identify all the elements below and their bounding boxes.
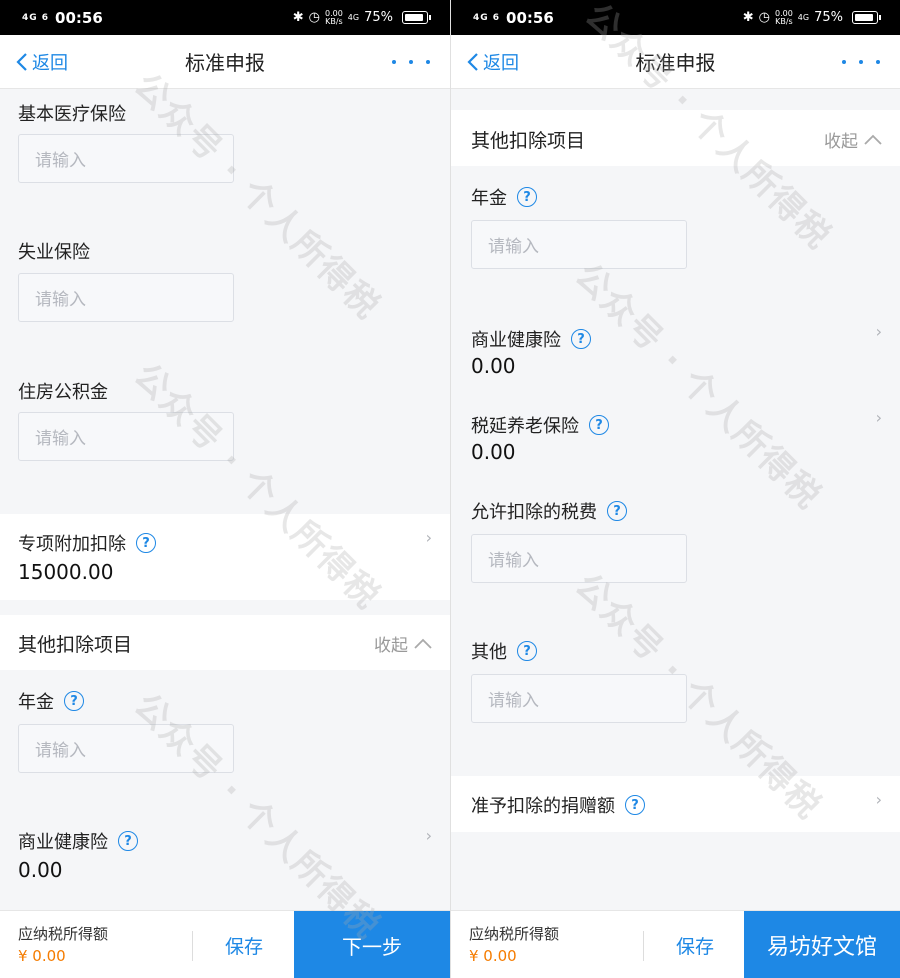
- save-button[interactable]: 保存: [645, 911, 745, 978]
- nav-bar: 返回 标准申报: [0, 35, 450, 89]
- taxable-income-label: 应纳税所得额: [469, 925, 560, 943]
- special-deduction-row[interactable]: 专项附加扣除? 15000.00 ›: [0, 514, 450, 600]
- network-speed: 0.00 KB/s: [774, 8, 793, 26]
- value-tax-deferred-pension: 0.00: [471, 440, 516, 464]
- chevron-right-icon[interactable]: ›: [876, 322, 882, 341]
- value-special-deduction: 15000.00: [18, 560, 114, 584]
- back-button[interactable]: 返回: [467, 35, 519, 89]
- battery-percent: 75%: [814, 10, 843, 25]
- back-label: 返回: [483, 53, 519, 74]
- other-deduction-header: 其他扣除项目 收起: [0, 615, 450, 670]
- more-menu-button[interactable]: [392, 35, 430, 89]
- label-annuity: 年金?: [471, 184, 537, 210]
- label-special-deduction: 专项附加扣除?: [18, 530, 156, 556]
- help-icon[interactable]: ?: [571, 329, 591, 349]
- label-others: 其他?: [471, 638, 537, 664]
- save-button[interactable]: 保存: [194, 911, 294, 978]
- signal-indicator: 4G 6: [22, 12, 50, 23]
- label-tax-deferred-pension: 税延养老保险?: [471, 412, 609, 438]
- label-donation: 准予扣除的捐赠额?: [471, 792, 645, 818]
- chevron-left-icon: [16, 53, 27, 71]
- value-health-insurance: 0.00: [471, 354, 516, 378]
- status-bar: 4G 6 00:56 ✱ ◷ 0.00 KB/s 4G 75%: [451, 0, 900, 35]
- bluetooth-icon: ✱: [292, 10, 304, 25]
- value-health-insurance: 0.00: [18, 858, 63, 882]
- input-unemployment-insurance[interactable]: 请输入: [18, 273, 234, 322]
- help-icon[interactable]: ?: [625, 795, 645, 815]
- bluetooth-icon: ✱: [742, 10, 754, 25]
- battery-icon: [852, 11, 881, 24]
- alarm-icon: ◷: [758, 10, 770, 25]
- label-housing-fund: 住房公积金: [18, 382, 108, 403]
- taxable-income-label: 应纳税所得额: [18, 925, 109, 943]
- nav-bar: 返回 标准申报: [451, 35, 900, 89]
- other-deduction-header: 其他扣除项目 收起: [451, 110, 900, 166]
- label-allowed-tax-fee: 允许扣除的税费?: [471, 498, 627, 524]
- input-housing-fund[interactable]: 请输入: [18, 412, 234, 461]
- help-icon[interactable]: ?: [136, 533, 156, 553]
- network-type: 4G: [347, 12, 360, 22]
- input-annuity[interactable]: 请输入: [18, 724, 234, 773]
- back-button[interactable]: 返回: [16, 35, 68, 89]
- input-medical-insurance[interactable]: 请输入: [18, 134, 234, 183]
- form-content: 其他扣除项目 收起 年金? 请输入 商业健康险? 0.00 › 税延养老保险? …: [451, 90, 900, 910]
- label-medical-insurance: 基本医疗保险: [18, 104, 126, 125]
- help-icon[interactable]: ?: [64, 691, 84, 711]
- chevron-right-icon: ›: [425, 528, 432, 547]
- help-icon[interactable]: ?: [517, 187, 537, 207]
- status-bar: 4G 6 00:56 ✱ ◷ 0.00 KB/s 4G 75%: [0, 0, 450, 35]
- battery-percent: 75%: [364, 10, 393, 25]
- input-annuity[interactable]: 请输入: [471, 220, 687, 269]
- taxable-income-amount: ¥ 0.00: [18, 947, 66, 965]
- chevron-up-icon: [414, 638, 432, 649]
- label-unemployment-insurance: 失业保险: [18, 242, 90, 263]
- right-screen: 4G 6 00:56 ✱ ◷ 0.00 KB/s 4G 75% 返回 标准申报 其…: [450, 0, 900, 978]
- form-content: 基本医疗保险 请输入 失业保险 请输入 住房公积金 请输入 专项附加扣除? 15…: [0, 90, 450, 910]
- signal-indicator: 4G 6: [473, 12, 501, 23]
- section-title-other: 其他扣除项目: [471, 130, 586, 152]
- divider: [192, 931, 193, 961]
- label-annuity: 年金?: [18, 688, 84, 714]
- network-type: 4G: [797, 12, 810, 22]
- help-icon[interactable]: ?: [589, 415, 609, 435]
- chevron-right-icon[interactable]: ›: [876, 408, 882, 427]
- section-title-other: 其他扣除项目: [18, 634, 133, 656]
- chevron-right-icon: ›: [875, 790, 882, 809]
- chevron-left-icon: [467, 53, 478, 71]
- next-step-button[interactable]: 下一步: [294, 911, 450, 978]
- input-others[interactable]: 请输入: [471, 674, 687, 723]
- help-icon[interactable]: ?: [517, 641, 537, 661]
- status-time: 00:56: [55, 8, 103, 27]
- help-icon[interactable]: ?: [118, 831, 138, 851]
- back-label: 返回: [32, 53, 68, 74]
- bottom-bar: 应纳税所得额 ¥ 0.00 保存 下一步: [0, 910, 450, 978]
- input-allowed-tax-fee[interactable]: 请输入: [471, 534, 687, 583]
- label-health-insurance: 商业健康险?: [18, 828, 138, 854]
- chevron-up-icon: [864, 134, 882, 145]
- brand-overlay: 易坊好文馆: [744, 911, 900, 978]
- alarm-icon: ◷: [308, 10, 320, 25]
- collapse-button[interactable]: 收起: [824, 127, 882, 152]
- status-time: 00:56: [506, 8, 554, 27]
- left-screen: 4G 6 00:56 ✱ ◷ 0.00 KB/s 4G 75% 返回 标准申报 基…: [0, 0, 450, 978]
- collapse-button[interactable]: 收起: [374, 631, 432, 656]
- divider: [643, 931, 644, 961]
- bottom-bar: 应纳税所得额 ¥ 0.00 保存 易坊好文馆: [451, 910, 900, 978]
- network-speed: 0.00 KB/s: [324, 8, 343, 26]
- label-health-insurance: 商业健康险?: [471, 326, 591, 352]
- more-menu-button[interactable]: [842, 35, 880, 89]
- help-icon[interactable]: ?: [607, 501, 627, 521]
- chevron-right-icon[interactable]: ›: [426, 826, 432, 845]
- battery-icon: [402, 11, 431, 24]
- taxable-income-amount: ¥ 0.00: [469, 947, 517, 965]
- donation-deduction-row[interactable]: 准予扣除的捐赠额? ›: [451, 776, 900, 832]
